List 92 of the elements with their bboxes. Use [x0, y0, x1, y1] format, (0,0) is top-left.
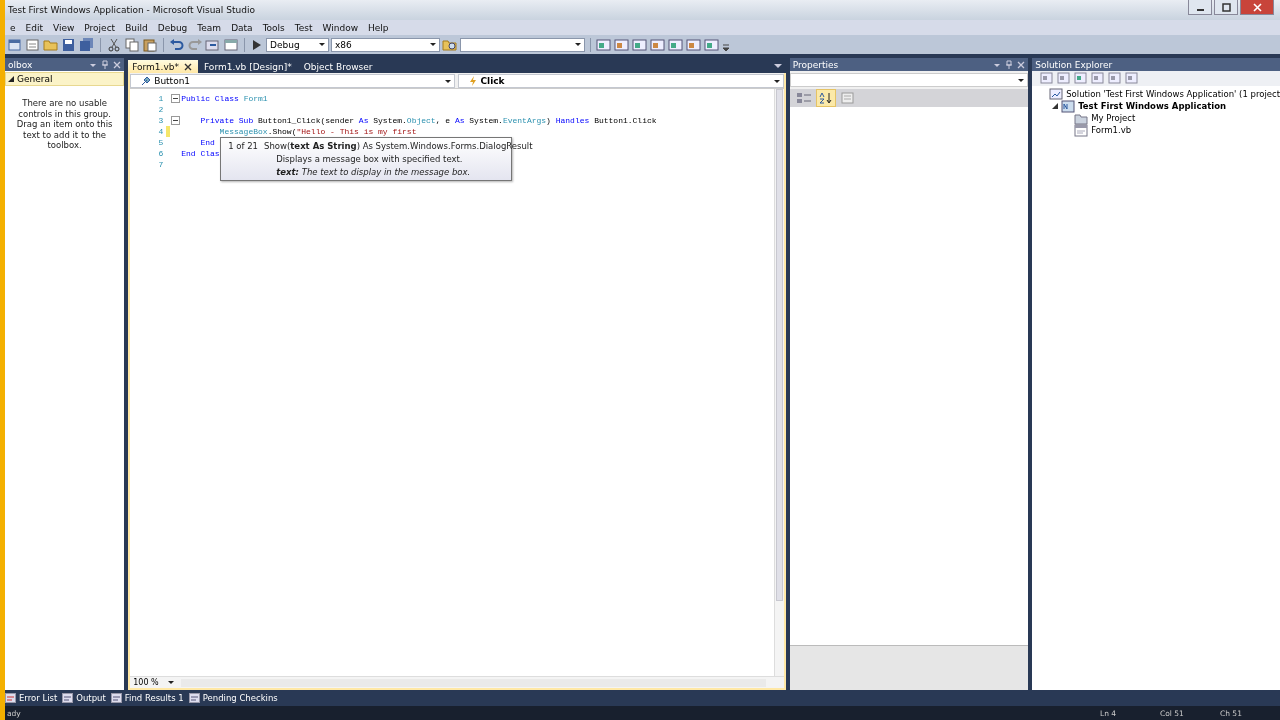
toolbox-group[interactable]: General	[5, 72, 125, 86]
menu-item[interactable]: Team	[192, 22, 227, 33]
project-icon	[1061, 99, 1076, 113]
tool-window-icon[interactable]	[596, 37, 612, 52]
tool-window-tab[interactable]: Pending Checkins	[188, 693, 278, 703]
tab-list-icon[interactable]	[773, 63, 782, 69]
panel-title: olbox	[8, 59, 34, 70]
configuration-dropdown[interactable]: Debug	[266, 37, 329, 52]
tool-window-tab[interactable]: Output	[62, 693, 106, 703]
tool-window-icon[interactable]	[1125, 72, 1140, 85]
horizontal-scrollbar[interactable]	[181, 678, 766, 687]
method-description: Displays a message box with specified text.	[275, 154, 464, 164]
overload-counter: 1 of 21	[228, 141, 259, 151]
menu-item[interactable]: e	[5, 22, 21, 33]
line-number: 5	[157, 138, 164, 147]
copy-icon[interactable]	[124, 37, 140, 52]
window-icon[interactable]	[223, 37, 239, 52]
line-number: 4	[157, 127, 164, 136]
line-number: 7	[157, 160, 164, 169]
menu-item[interactable]: Data	[226, 22, 258, 33]
alphabetical-button[interactable]	[815, 89, 836, 107]
pin-icon[interactable]	[1005, 60, 1014, 69]
collapse-icon[interactable]	[171, 94, 181, 103]
tool-window-tab[interactable]: Error List	[5, 693, 58, 703]
menu-item[interactable]: Build	[120, 22, 153, 33]
find-in-files-icon[interactable]	[442, 37, 458, 52]
class-dropdown[interactable]: Button1	[130, 74, 456, 88]
tool-window-icon[interactable]	[614, 37, 630, 52]
undo-icon[interactable]	[169, 37, 185, 52]
tool-window-icon[interactable]	[650, 37, 666, 52]
code-line: Private Sub Button1_Click(sender As System.Object, e As System.EventArgs) Handles Button1.Click	[199, 115, 657, 126]
tool-window-icon[interactable]	[1091, 72, 1106, 85]
tree-item[interactable]: Test First Windows Application	[1032, 100, 1280, 112]
expand-arrow-icon[interactable]	[8, 76, 14, 82]
code-line: MessageBox.Show("Hello - This is my first	[218, 126, 418, 137]
panel-title: Properties	[792, 59, 840, 70]
code-line: Public Class Form1	[181, 93, 268, 104]
menu-item[interactable]: View	[48, 22, 80, 33]
line-number: 3	[157, 116, 164, 125]
vertical-scrollbar[interactable]	[773, 89, 784, 676]
lightning-icon	[469, 76, 478, 86]
menu-item[interactable]: Test	[289, 22, 318, 33]
save-all-icon[interactable]	[79, 37, 95, 52]
platform-dropdown[interactable]: x86	[331, 37, 440, 52]
wrench-icon	[141, 76, 152, 86]
form-file-icon	[1074, 123, 1089, 137]
pin-icon[interactable]	[101, 60, 110, 69]
zoom-dropdown[interactable]: 100 %	[130, 678, 178, 687]
menu-item[interactable]: Tools	[257, 22, 290, 33]
tool-window-icon[interactable]	[1074, 72, 1089, 85]
solution-icon	[1049, 87, 1064, 101]
group-label: General	[17, 74, 53, 84]
tool-window-icon[interactable]	[632, 37, 648, 52]
line-number: 2	[157, 105, 164, 114]
tool-window-icon[interactable]	[704, 37, 720, 52]
empty-group-message: There are no usable controls in this group. Drag an item onto this text to add it to the toolbox.	[15, 98, 114, 151]
window-title: Test First Windows Application - Microsoft Visual Studio	[7, 5, 255, 15]
menu-item[interactable]: Debug	[152, 22, 193, 33]
save-icon[interactable]	[61, 37, 77, 52]
menu-item[interactable]: Window	[317, 22, 364, 33]
maximize-icon[interactable]	[1214, 0, 1238, 15]
folder-icon	[1074, 111, 1089, 125]
tool-window-icon[interactable]	[1108, 72, 1123, 85]
paste-icon[interactable]	[142, 37, 158, 52]
line-number: 6	[157, 149, 164, 158]
menu-item[interactable]: Edit	[20, 22, 48, 33]
menu-item[interactable]: Help	[363, 22, 394, 33]
code-line: End	[199, 137, 215, 148]
tree-item[interactable]: My Project	[1032, 112, 1280, 124]
tree-item[interactable]: Solution 'Test First Windows Application' (1 project	[1032, 88, 1280, 100]
expand-arrow-icon[interactable]	[1052, 103, 1059, 109]
document-tab[interactable]: Form1.vb [Design]*	[200, 60, 298, 73]
close-icon[interactable]	[184, 62, 192, 71]
cut-icon[interactable]	[106, 37, 122, 52]
new-project-icon[interactable]	[7, 37, 23, 52]
tool-window-icon[interactable]	[1057, 72, 1072, 85]
collapse-icon[interactable]	[171, 116, 181, 125]
line-number: 1	[157, 94, 164, 103]
tool-window-tab[interactable]: Find Results 1	[110, 693, 184, 703]
panel-title: Solution Explorer	[1035, 59, 1114, 70]
tool-window-icon[interactable]	[686, 37, 702, 52]
document-tab[interactable]: Form1.vb*	[128, 60, 198, 73]
menu-item[interactable]: Project	[79, 22, 121, 33]
minimize-icon[interactable]	[1188, 0, 1212, 15]
document-tab[interactable]: Object Browser	[299, 60, 379, 73]
method-dropdown[interactable]: Click	[458, 74, 784, 88]
find-dropdown[interactable]	[460, 37, 585, 52]
parameter-description: text: The text to display in the message box.	[275, 167, 472, 177]
tool-window-icon[interactable]	[668, 37, 684, 52]
tree-item[interactable]: Form1.vb	[1032, 124, 1280, 136]
tool-window-icon[interactable]	[1040, 72, 1055, 85]
code-line: End Clas	[181, 148, 220, 159]
